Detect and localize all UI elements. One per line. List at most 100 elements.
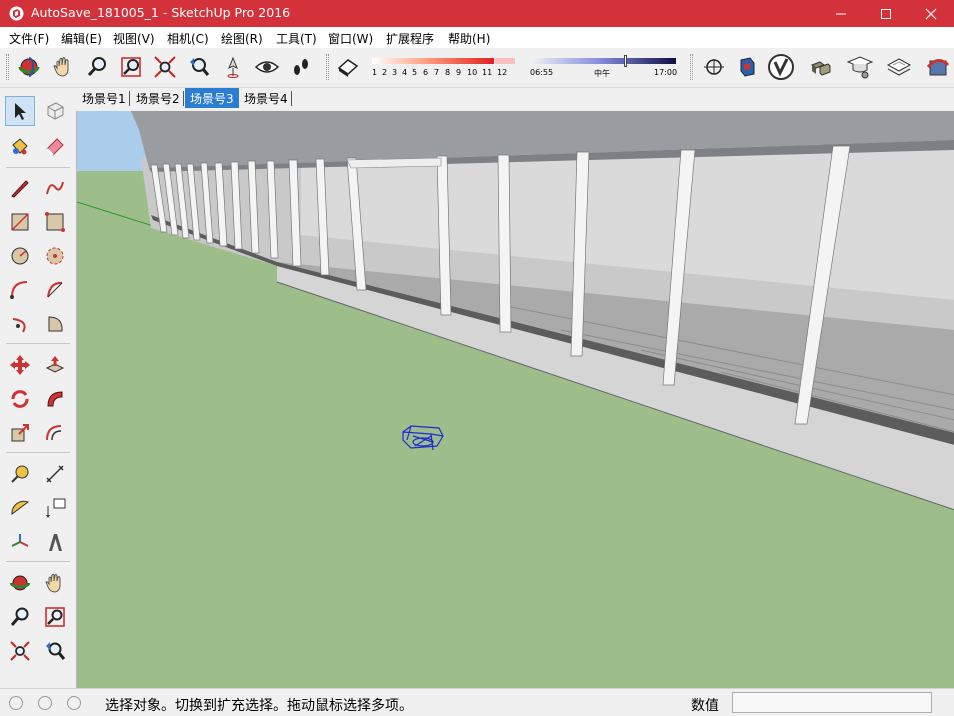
previous-view-button[interactable]: [183, 51, 215, 83]
previous-view-tool[interactable]: [40, 636, 70, 666]
dimension-tool[interactable]: [40, 459, 70, 489]
pan-tool[interactable]: [40, 568, 70, 598]
zoom-extents-tool[interactable]: [5, 636, 35, 666]
layers-button[interactable]: [883, 51, 915, 83]
follow-me-tool[interactable]: [40, 384, 70, 414]
text-tool[interactable]: [40, 493, 70, 523]
select-tool[interactable]: [5, 96, 35, 126]
look-around-button[interactable]: [251, 51, 283, 83]
zoom-tool[interactable]: [5, 602, 35, 632]
menu-window[interactable]: 窗口(W): [328, 30, 373, 47]
scene-tab-1[interactable]: 场景号1: [77, 88, 131, 108]
pan-button[interactable]: [47, 51, 79, 83]
maximize-button[interactable]: [863, 0, 909, 27]
rotated-rectangle-tool[interactable]: [40, 207, 70, 237]
menu-file[interactable]: 文件(F): [9, 30, 49, 47]
rectangle-icon: [11, 213, 29, 231]
zoom-window-icon: [121, 57, 141, 77]
menu-extensions[interactable]: 扩展程序: [386, 30, 434, 47]
credits-icon[interactable]: [38, 696, 52, 710]
month-label: 6: [423, 68, 429, 77]
rotate-tool[interactable]: [5, 384, 35, 414]
protractor-tool[interactable]: [5, 493, 35, 523]
circle-tool[interactable]: [5, 241, 35, 271]
scene-tab-4[interactable]: 场景号4: [239, 88, 293, 108]
menu-tools[interactable]: 工具(T): [276, 30, 317, 47]
zoom-window-tool[interactable]: [40, 602, 70, 632]
doorway-beam: [346, 157, 442, 169]
rotated-rectangle-icon: [45, 212, 65, 232]
position-camera-button[interactable]: [217, 51, 249, 83]
push-pull-tool[interactable]: [40, 350, 70, 380]
toolbar-grip[interactable]: [6, 54, 9, 80]
move-tool[interactable]: [5, 350, 35, 380]
arc-tool[interactable]: [5, 275, 35, 305]
pencil-icon: [11, 180, 29, 198]
pie-tool[interactable]: [40, 309, 70, 339]
scale-tool[interactable]: [5, 418, 35, 448]
vray-button[interactable]: [765, 51, 797, 83]
freehand-tool[interactable]: [40, 173, 70, 203]
geolocation-icon[interactable]: [9, 696, 23, 710]
sketchup-logo-icon: [9, 6, 24, 21]
previous-view-icon: [46, 642, 66, 660]
walk-button[interactable]: [285, 51, 317, 83]
menu-view[interactable]: 视图(V): [113, 30, 155, 47]
orbit-icon: [9, 575, 31, 591]
scene-tabs: 场景号1 场景号2 场景号3 场景号4: [75, 88, 954, 110]
shadow-time-track: [532, 58, 676, 64]
three-point-arc-tool[interactable]: [5, 309, 35, 339]
zoom-extents-button[interactable]: [149, 51, 181, 83]
3d-text-tool[interactable]: [40, 527, 70, 557]
dimension-icon: [46, 465, 64, 483]
orbit-tool[interactable]: [5, 568, 35, 598]
month-label: 7: [434, 68, 440, 77]
eraser-tool[interactable]: [40, 131, 70, 161]
measurements-input[interactable]: [732, 692, 932, 713]
user-account-icon[interactable]: [67, 696, 81, 710]
scene-tab-2[interactable]: 场景号2: [131, 88, 185, 108]
offset-icon: [46, 425, 62, 441]
polygon-tool[interactable]: [40, 241, 70, 271]
shadow-time-thumb[interactable]: [624, 55, 627, 67]
title-bar: AutoSave_181005_1 - SketchUp Pro 2016: [0, 0, 954, 27]
warehouse-button[interactable]: [844, 51, 876, 83]
zoom-window-button[interactable]: [115, 51, 147, 83]
menu-camera[interactable]: 相机(C): [167, 30, 209, 47]
make-component-tool[interactable]: [40, 96, 70, 126]
scene-tab-3[interactable]: 场景号3: [185, 88, 239, 108]
close-button[interactable]: [908, 0, 954, 27]
shadow-time-slider[interactable]: 06:55 中午 17:00: [530, 52, 680, 82]
two-point-arc-tool[interactable]: [40, 275, 70, 305]
paint-bucket-icon: [12, 138, 28, 155]
rectangle-tool[interactable]: [5, 207, 35, 237]
toolbar-grip[interactable]: [326, 54, 329, 80]
menu-edit[interactable]: 编辑(E): [61, 30, 102, 47]
materials-button[interactable]: [805, 51, 837, 83]
offset-tool[interactable]: [40, 418, 70, 448]
section-plane-button[interactable]: [698, 51, 730, 83]
minimize-button[interactable]: [818, 0, 864, 27]
model-scene[interactable]: [77, 111, 954, 688]
tool-separator: [6, 561, 70, 562]
shadows-toggle-button[interactable]: [332, 51, 364, 83]
model-viewport[interactable]: [76, 111, 954, 688]
tool-separator: [6, 167, 70, 168]
extension-button[interactable]: [922, 51, 954, 83]
component-button[interactable]: [731, 51, 763, 83]
toolbar-grip[interactable]: [690, 54, 693, 80]
tab-separator: [291, 91, 292, 106]
previous-view-icon: [190, 58, 210, 76]
line-tool[interactable]: [5, 173, 35, 203]
freehand-icon: [46, 181, 64, 195]
tape-measure-icon: [11, 465, 29, 483]
menu-help[interactable]: 帮助(H): [448, 30, 490, 47]
zoom-button[interactable]: [81, 51, 113, 83]
shadow-date-slider[interactable]: 1 2 3 4 5 6 7 8 9 10 11 12: [370, 52, 518, 82]
three-point-arc-icon: [12, 318, 26, 333]
orbit-button[interactable]: [13, 51, 45, 83]
paint-bucket-tool[interactable]: [5, 131, 35, 161]
menu-draw[interactable]: 绘图(R): [221, 30, 263, 47]
tape-measure-tool[interactable]: [5, 459, 35, 489]
axes-tool[interactable]: [5, 527, 35, 557]
